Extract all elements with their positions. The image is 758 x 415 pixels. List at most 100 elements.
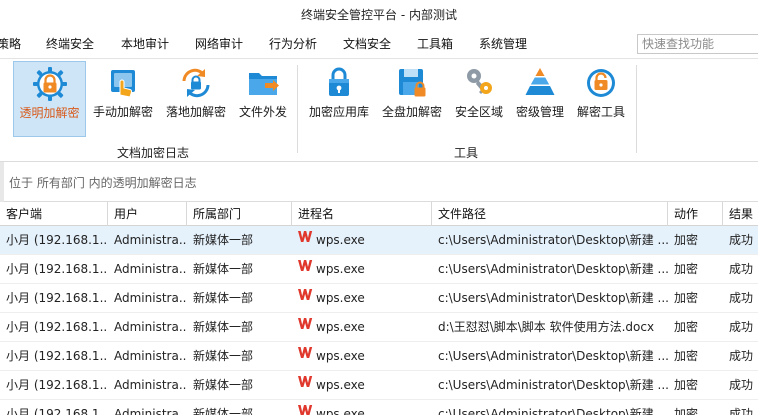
file-send-button[interactable]: 文件外发 xyxy=(233,61,293,137)
cell-result: 成功 xyxy=(723,342,758,371)
cell-action: 加密 xyxy=(668,400,723,415)
decryption-tool-button[interactable]: 解密工具 xyxy=(571,61,631,137)
cell-client: 小月 (192.168.1... xyxy=(0,226,108,255)
column-header-department[interactable]: 所属部门 xyxy=(187,202,292,226)
cell-action: 加密 xyxy=(668,255,723,284)
table-row[interactable]: 小月 (192.168.1... Administra... 新媒体一部 wps.ex… xyxy=(0,284,758,313)
disk-lock-icon xyxy=(377,65,447,101)
cell-user: Administra... xyxy=(108,255,187,284)
key-icon xyxy=(449,65,509,101)
cell-result: 成功 xyxy=(723,284,758,313)
table-row[interactable]: 小月 (192.168.1... Administra... 新媒体一部 wps.ex… xyxy=(0,313,758,342)
cell-department: 新媒体一部 xyxy=(187,255,292,284)
cell-process-text: wps.exe xyxy=(316,320,365,334)
cell-result-text: 成功 xyxy=(729,262,754,276)
cell-process-text: wps.exe xyxy=(316,349,365,363)
cell-action-text: 加密 xyxy=(674,320,699,334)
transparent-encryption-button[interactable]: 透明加解密 xyxy=(13,61,86,137)
menu-item-local-audit[interactable]: 本地审计 xyxy=(121,30,169,58)
column-header-file-path[interactable]: 文件路径 xyxy=(432,202,668,226)
ribbon-group-label-encryption-log: 文档加密日志 xyxy=(117,146,190,160)
column-header-action[interactable]: 动作 xyxy=(668,202,723,226)
cell-user-text: Administra... xyxy=(114,233,187,247)
cell-process-text: wps.exe xyxy=(316,262,365,276)
wps-app-icon xyxy=(298,313,313,341)
cell-process: wps.exe xyxy=(292,371,432,400)
quick-search-input[interactable] xyxy=(637,34,758,54)
cell-action-text: 加密 xyxy=(674,407,699,415)
cell-file-path: c:\Users\Administrator\Desktop\新建 ... xyxy=(432,284,668,313)
table-row[interactable]: 小月 (192.168.1... Administra... 新媒体一部 wps.ex… xyxy=(0,255,758,284)
full-disk-encryption-button[interactable]: 全盘加解密 xyxy=(377,61,447,137)
landing-encryption-button[interactable]: 落地加解密 xyxy=(161,61,231,137)
location-status-bar: 位于 所有部门 内的透明加解密日志 xyxy=(0,162,758,202)
cell-file-path-text: d:\王怼怼\脚本\脚本 软件使用方法.docx xyxy=(438,320,655,334)
wps-app-icon xyxy=(298,371,313,399)
cell-action-text: 加密 xyxy=(674,378,699,392)
secure-zone-label: 安全区域 xyxy=(454,105,503,119)
full-disk-encryption-label: 全盘加解密 xyxy=(381,105,442,119)
log-table: 客户端 用户 所属部门 进程名 文件路径 动作 结果 小月 (192.168.1… xyxy=(0,202,758,415)
folder-send-icon xyxy=(233,65,293,101)
cell-user-text: Administra... xyxy=(114,291,187,305)
cell-department: 新媒体一部 xyxy=(187,313,292,342)
cell-user: Administra... xyxy=(108,226,187,255)
cell-process: wps.exe xyxy=(292,284,432,313)
cell-department-text: 新媒体一部 xyxy=(193,378,254,392)
column-header-process[interactable]: 进程名 xyxy=(292,202,432,226)
cell-department: 新媒体一部 xyxy=(187,371,292,400)
cell-user-text: Administra... xyxy=(114,378,187,392)
cell-user-text: Administra... xyxy=(114,349,187,363)
menu-item-policy[interactable]: 策略 xyxy=(0,30,21,58)
encryption-app-library-button[interactable]: 加密应用库 xyxy=(304,61,374,137)
cell-result-text: 成功 xyxy=(729,378,754,392)
cell-file-path-text: c:\Users\Administrator\Desktop\新建 ... xyxy=(438,378,668,392)
classification-management-label: 密级管理 xyxy=(515,105,564,119)
cell-client: 小月 (192.168.1... xyxy=(0,255,108,284)
column-header-result[interactable]: 结果 xyxy=(723,202,758,226)
cell-user-text: Administra... xyxy=(114,407,187,415)
cell-process: wps.exe xyxy=(292,313,432,342)
lock-gear-icon xyxy=(14,66,85,102)
left-panel-edge xyxy=(0,162,4,202)
table-row[interactable]: 小月 (192.168.1... Administra... 新媒体一部 wps.ex… xyxy=(0,226,758,255)
cell-result-text: 成功 xyxy=(729,320,754,334)
manual-encryption-button[interactable]: 手动加解密 xyxy=(88,61,158,137)
cell-user: Administra... xyxy=(108,400,187,415)
secure-zone-button[interactable]: 安全区域 xyxy=(449,61,509,137)
wps-app-icon xyxy=(298,342,313,370)
cell-action-text: 加密 xyxy=(674,233,699,247)
menu-item-terminal-security[interactable]: 终端安全 xyxy=(46,30,94,58)
transparent-encryption-label: 透明加解密 xyxy=(19,106,80,120)
cell-client: 小月 (192.168.1... xyxy=(0,284,108,313)
column-header-client[interactable]: 客户端 xyxy=(0,202,108,226)
cell-user: Administra... xyxy=(108,371,187,400)
menu-item-system-management[interactable]: 系统管理 xyxy=(479,30,527,58)
column-header-user[interactable]: 用户 xyxy=(108,202,187,226)
menu-item-network-audit[interactable]: 网络审计 xyxy=(195,30,243,58)
cell-process: wps.exe xyxy=(292,255,432,284)
encryption-app-library-label: 加密应用库 xyxy=(308,105,369,119)
cell-action: 加密 xyxy=(668,371,723,400)
cell-file-path-text: c:\Users\Administrator\Desktop\新建 ... xyxy=(438,233,668,247)
table-row[interactable]: 小月 (192.168.1... Administra... 新媒体一部 wps.ex… xyxy=(0,342,758,371)
ribbon-group-separator xyxy=(297,65,298,153)
cell-file-path: c:\Users\Administrator\Desktop\新建 ... xyxy=(432,255,668,284)
cell-file-path: c:\Users\Administrator\Desktop\新建 ... xyxy=(432,371,668,400)
cell-client: 小月 (192.168.1... xyxy=(0,400,108,415)
cell-action: 加密 xyxy=(668,313,723,342)
menu-item-toolbox[interactable]: 工具箱 xyxy=(417,30,453,58)
cell-result: 成功 xyxy=(723,371,758,400)
cell-result-text: 成功 xyxy=(729,407,754,415)
table-row[interactable]: 小月 (192.168.1... Administra... 新媒体一部 wps.ex… xyxy=(0,371,758,400)
classification-management-button[interactable]: 密级管理 xyxy=(510,61,570,137)
unlock-tool-icon xyxy=(571,65,631,101)
decryption-tool-label: 解密工具 xyxy=(576,105,625,119)
menu-item-document-security[interactable]: 文档安全 xyxy=(343,30,391,58)
cell-process-text: wps.exe xyxy=(316,233,365,247)
cell-client: 小月 (192.168.1... xyxy=(0,313,108,342)
menu-item-behavior-analysis[interactable]: 行为分析 xyxy=(269,30,317,58)
table-row[interactable]: 小月 (192.168.1... Administra... 新媒体一部 wps.ex… xyxy=(0,400,758,415)
cell-process-text: wps.exe xyxy=(316,291,365,305)
cell-process-text: wps.exe xyxy=(316,407,365,415)
